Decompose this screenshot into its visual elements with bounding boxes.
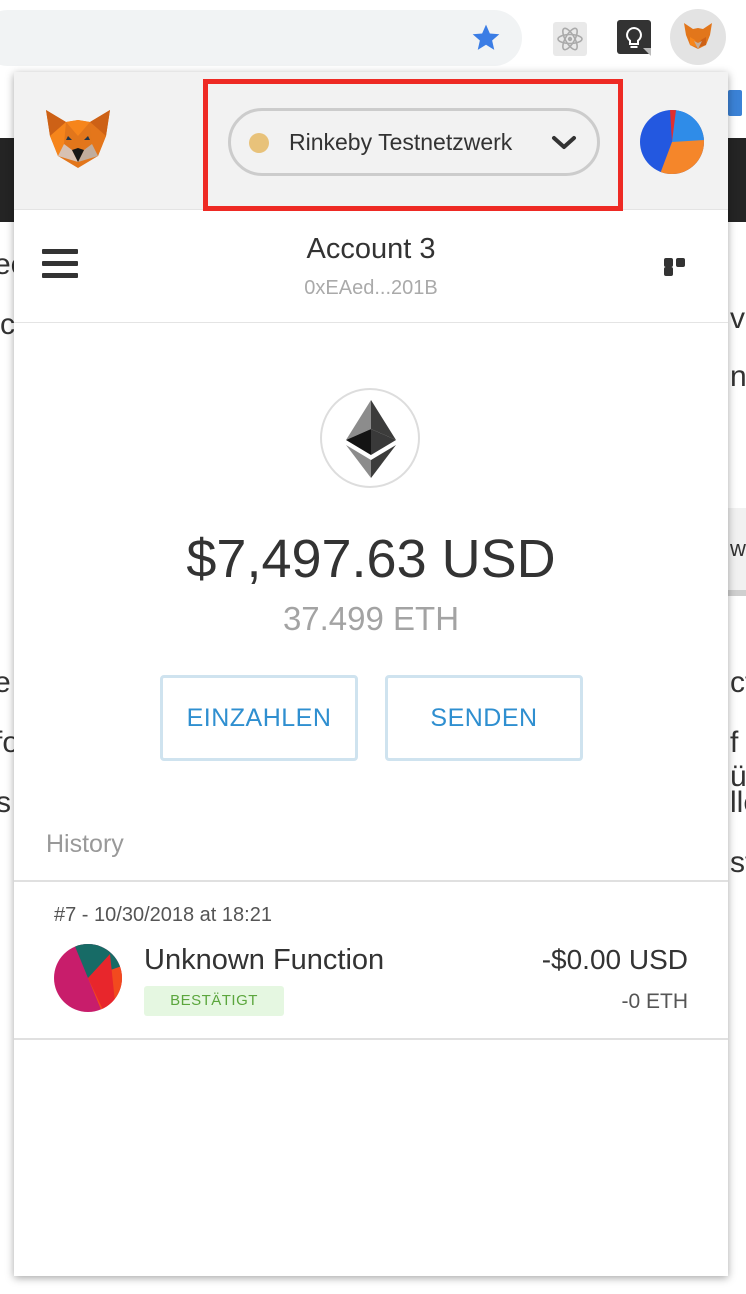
balance-eth: 37.499 ETH xyxy=(282,600,460,637)
lightbulb-extension-icon[interactable] xyxy=(617,20,651,56)
metamask-extension-button[interactable] xyxy=(670,9,726,65)
background-text: f ü xyxy=(730,726,746,793)
react-devtools-icon[interactable] xyxy=(553,22,587,56)
status-badge: BESTÄTIGT xyxy=(144,986,284,1016)
transaction-list-item[interactable]: #7 - 10/30/2018 at 18:21 Unknown Functio… xyxy=(14,882,728,1040)
background-text: s xyxy=(0,786,11,819)
background-text: lle xyxy=(730,786,746,819)
transaction-meta: #7 - 10/30/2018 at 18:21 xyxy=(54,904,272,926)
metamask-popup: Rinkeby Testnetzwerk Account 3 0xEAed...… xyxy=(14,72,728,1276)
browser-toolbar xyxy=(0,0,746,76)
deposit-button[interactable]: EINZAHLEN xyxy=(160,675,358,761)
account-address[interactable]: 0xEAed...201B xyxy=(14,277,728,300)
background-text: n xyxy=(730,360,746,393)
background-text: e xyxy=(0,666,11,699)
background-text: v xyxy=(730,302,745,335)
transaction-title: Unknown Function xyxy=(144,944,385,976)
chevron-down-icon xyxy=(552,136,576,149)
network-status-dot xyxy=(249,133,269,153)
history-heading: History xyxy=(46,830,124,858)
account-name[interactable]: Account 3 xyxy=(14,233,728,266)
send-button[interactable]: SENDEN xyxy=(385,675,583,761)
background-text: w xyxy=(730,536,746,561)
metamask-fox-logo-icon[interactable] xyxy=(42,106,114,170)
transaction-eth-amount: -0 ETH xyxy=(621,990,688,1013)
more-options-icon[interactable] xyxy=(664,258,698,276)
background-page-blue-icon xyxy=(728,90,742,116)
background-page-dark-block xyxy=(728,138,746,222)
ether-token-icon xyxy=(320,388,420,488)
account-bar: Account 3 0xEAed...201B xyxy=(14,211,728,323)
transaction-fiat-amount: -$0.00 USD xyxy=(541,944,688,975)
account-identicon[interactable] xyxy=(640,110,704,174)
app-header: Rinkeby Testnetzwerk xyxy=(14,72,728,211)
address-bar[interactable] xyxy=(0,10,522,66)
background-page-dark-block xyxy=(0,138,14,222)
network-name: Rinkeby Testnetzwerk xyxy=(289,129,513,155)
background-text: ct xyxy=(730,666,746,699)
bookmark-star-icon[interactable] xyxy=(470,22,502,54)
background-text: c xyxy=(0,308,15,341)
background-text: st xyxy=(730,846,746,879)
transaction-identicon xyxy=(54,944,122,1012)
balance-fiat: $7,497.63 USD xyxy=(186,529,556,589)
network-selector[interactable]: Rinkeby Testnetzwerk xyxy=(228,108,600,176)
metamask-extension-icon xyxy=(684,23,712,49)
